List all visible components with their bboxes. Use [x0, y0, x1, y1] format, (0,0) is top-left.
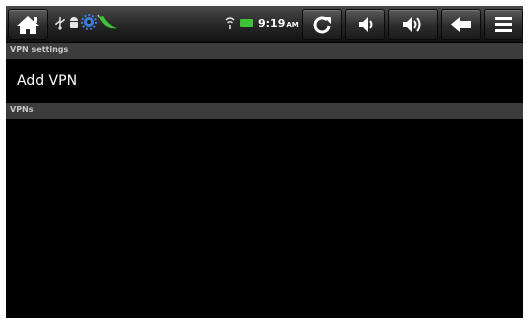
- section-header-vpns: VPNs: [6, 103, 523, 119]
- chili-pepper-icon: [97, 14, 117, 29]
- add-vpn-label: Add VPN: [17, 73, 78, 89]
- android-icon: [70, 17, 78, 28]
- add-vpn-item[interactable]: Add VPN: [6, 60, 523, 102]
- home-button[interactable]: [8, 9, 48, 40]
- volume-down-button[interactable]: [345, 9, 385, 40]
- volume-up-icon: [403, 17, 421, 32]
- usb-icon: [55, 17, 65, 30]
- clock-ampm: AM: [286, 21, 299, 29]
- menu-button[interactable]: [484, 9, 523, 40]
- menu-icon: [495, 17, 512, 32]
- device-screen: 9:19AM VPN settings Add VPN VPNs: [6, 6, 523, 318]
- status-bar: 9:19AM: [6, 6, 523, 43]
- clock: 9:19AM: [258, 17, 299, 30]
- home-icon: [17, 16, 39, 34]
- gear-icon: [81, 14, 97, 30]
- back-icon: [451, 17, 471, 32]
- section-header-vpn-settings: VPN settings: [6, 43, 523, 59]
- vpns-header-label: VPNs: [10, 105, 34, 114]
- clock-time: 9:19: [258, 17, 286, 30]
- refresh-button[interactable]: [302, 9, 342, 40]
- vpn-list-area: [6, 119, 523, 318]
- section-title: VPN settings: [10, 45, 69, 54]
- volume-down-icon: [359, 17, 373, 32]
- volume-up-button[interactable]: [388, 9, 438, 40]
- back-button[interactable]: [441, 9, 481, 40]
- battery-icon: [240, 19, 253, 27]
- wifi-icon: [225, 17, 235, 29]
- refresh-icon: [313, 16, 331, 34]
